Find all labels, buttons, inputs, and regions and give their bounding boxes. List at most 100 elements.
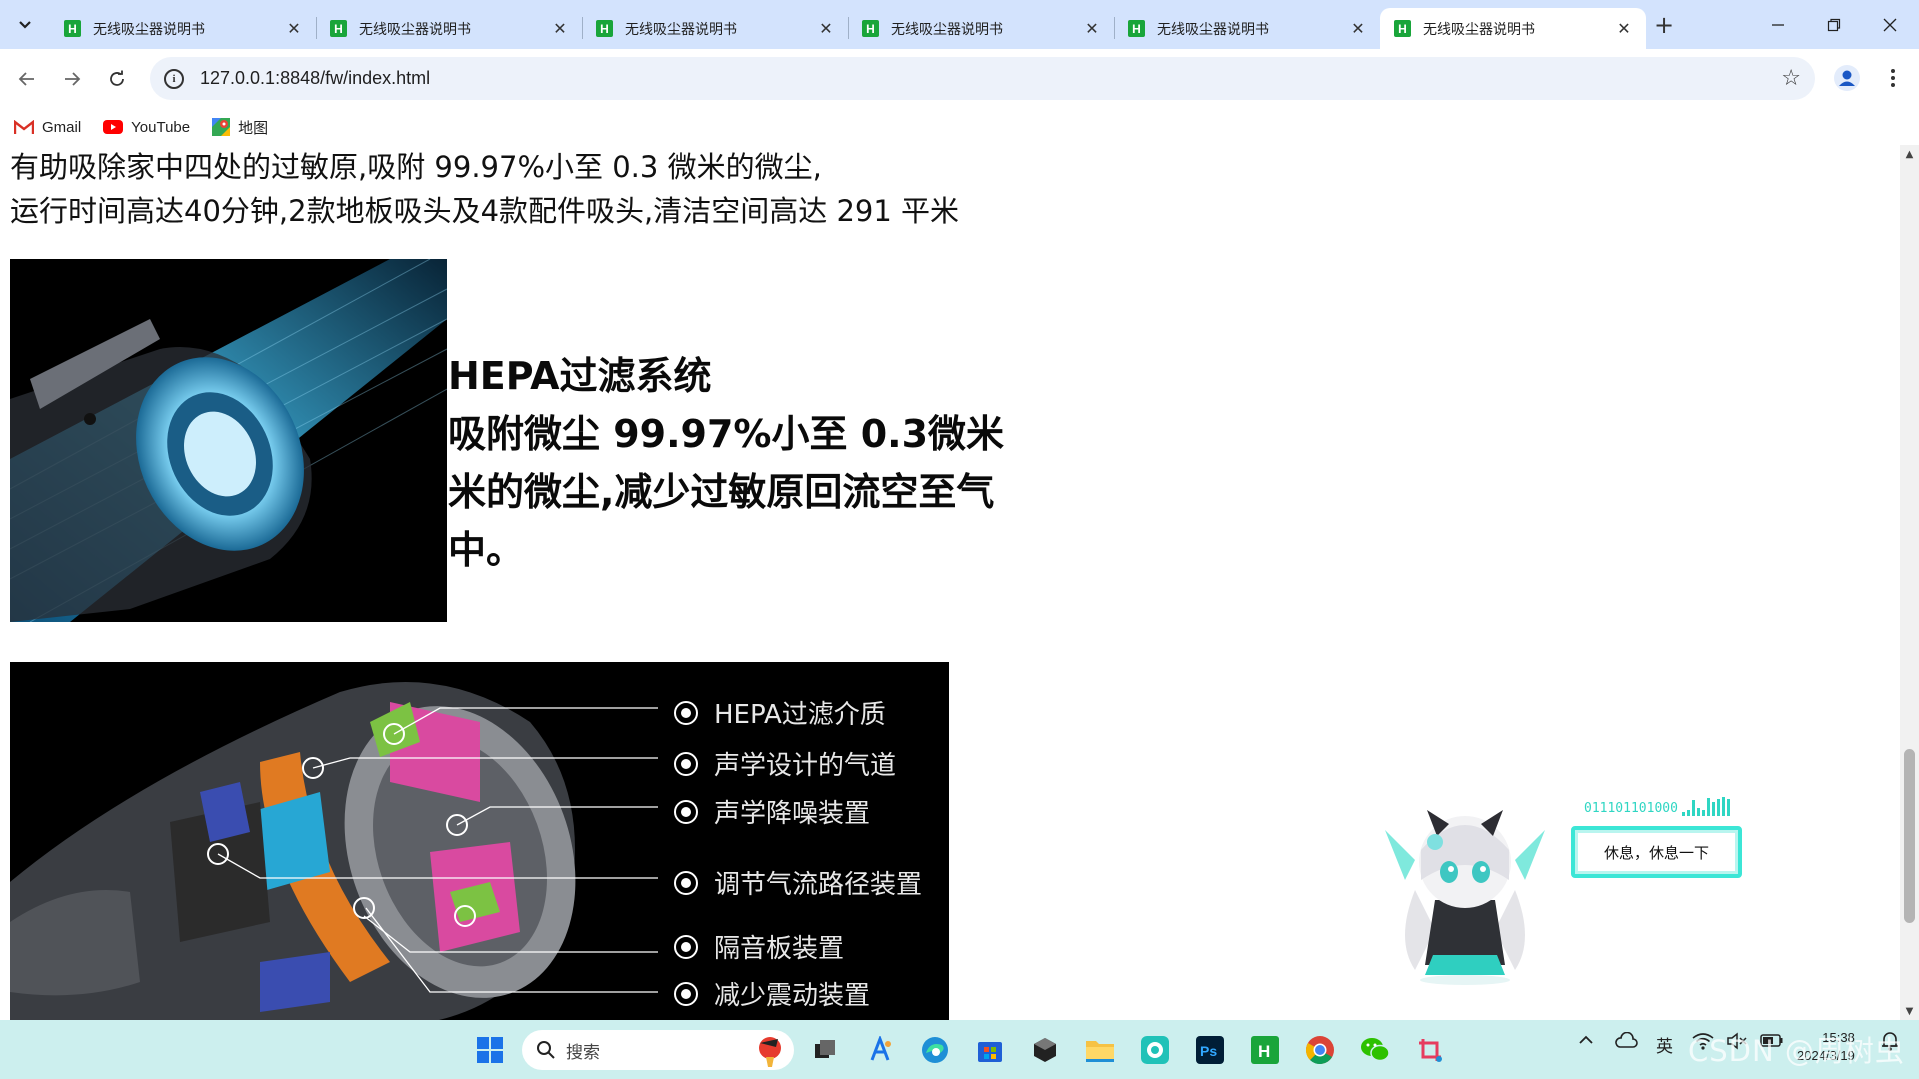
close-icon[interactable]: ✕: [1614, 19, 1634, 39]
pointer-dot-icon: [674, 934, 698, 959]
close-icon[interactable]: ✕: [816, 19, 836, 39]
tab-title: 无线吸尘器说明书: [625, 21, 737, 38]
page-content: 有助吸除家中四处的过敏原,吸附 99.97%小至 0.3 微米的微尘, 运行时间…: [0, 145, 1900, 1020]
mascot-character[interactable]: [1375, 790, 1555, 985]
close-icon[interactable]: ✕: [1082, 19, 1102, 39]
html-file-icon: H: [330, 20, 347, 37]
taskbar-app-photoshop[interactable]: Ps: [1190, 1030, 1230, 1070]
site-info-icon[interactable]: i: [164, 68, 184, 89]
motor-diagram-image: HEPA过滤介质 声学设计的气道 声学降噪装置 调节气流路径装置 隔音板装置 减…: [10, 662, 949, 1020]
tab-5[interactable]: H 无线吸尘器说明书 ✕: [1114, 8, 1380, 49]
reload-button[interactable]: [100, 62, 134, 96]
hbuilder-icon: H: [1251, 1036, 1279, 1064]
intro-text: 有助吸除家中四处的过敏原,吸附 99.97%小至 0.3 微米的微尘, 运行时间…: [10, 145, 959, 233]
hepa-description: HEPA过滤系统 吸附微尘 99.97%小至 0.3微米米的微尘,减少过敏原回流…: [448, 347, 1008, 579]
ime-language-indicator[interactable]: 英: [1656, 1032, 1673, 1057]
taskbar-app-hbuilder[interactable]: H: [1245, 1030, 1285, 1070]
close-icon[interactable]: ✕: [1348, 19, 1368, 39]
taskbar-app-wechat[interactable]: [1355, 1030, 1395, 1070]
pointer-dot-icon: [674, 870, 698, 895]
tab-title: 无线吸尘器说明书: [1157, 21, 1269, 38]
taskbar-app-capture[interactable]: [1135, 1030, 1175, 1070]
scroll-up-arrow-icon[interactable]: ▲: [1900, 145, 1919, 163]
back-button[interactable]: [10, 62, 44, 96]
tab-strip: H 无线吸尘器说明书 ✕ H 无线吸尘器说明书 ✕ H 无线吸尘器说明书 ✕ H…: [0, 0, 1919, 49]
wechat-icon: [1361, 1038, 1390, 1062]
task-view-button[interactable]: [805, 1030, 845, 1070]
youtube-icon: [103, 120, 124, 134]
onedrive-cloud-icon[interactable]: [1614, 1031, 1638, 1053]
motor-label-2: 声学设计的气道: [674, 745, 896, 782]
page-scrollbar[interactable]: ▲ ▼: [1900, 145, 1919, 1020]
taskbar-search-box[interactable]: 搜索: [522, 1030, 794, 1070]
folder-icon: [1086, 1041, 1114, 1062]
html-file-icon: H: [1128, 20, 1145, 37]
tab-6-active[interactable]: H 无线吸尘器说明书 ✕: [1380, 8, 1646, 49]
svg-text:H: H: [1258, 1042, 1270, 1061]
tray-overflow-chevron-icon[interactable]: [1578, 1032, 1594, 1053]
bookmark-youtube[interactable]: YouTube: [103, 119, 190, 136]
taskbar-app-file-explorer[interactable]: [1080, 1030, 1120, 1070]
hepa-title: HEPA过滤系统: [448, 354, 712, 398]
motor-label-6: 减少震动装置: [674, 975, 870, 1012]
taskbar-app-snipping-tool[interactable]: [1410, 1030, 1450, 1070]
restore-icon: [1827, 18, 1841, 31]
bookmark-label: Gmail: [42, 118, 82, 136]
photoshop-icon: Ps: [1196, 1036, 1224, 1064]
gmail-icon: [14, 119, 34, 135]
html-file-icon: H: [862, 20, 879, 37]
tab-1[interactable]: H 无线吸尘器说明书 ✕: [50, 8, 316, 49]
snipping-tool-icon: [1419, 1039, 1442, 1062]
bookmark-gmail[interactable]: Gmail: [14, 119, 81, 136]
more-vert-icon: [1891, 69, 1895, 87]
motor-label-1: HEPA过滤介质: [674, 694, 886, 731]
html-file-icon: H: [64, 20, 81, 37]
address-bar[interactable]: i 127.0.0.1:8848/fw/index.html ☆: [150, 57, 1815, 100]
restore-button[interactable]: [1806, 0, 1862, 49]
forward-button[interactable]: [55, 62, 89, 96]
binary-text: 011101101000: [1584, 801, 1678, 816]
tab-title: 无线吸尘器说明书: [93, 21, 205, 38]
scroll-down-arrow-icon[interactable]: ▼: [1900, 1002, 1919, 1020]
task-view-icon: [815, 1040, 835, 1058]
bookmark-star-icon[interactable]: ☆: [1781, 66, 1801, 91]
windows-logo-icon: [477, 1037, 503, 1063]
scroll-thumb[interactable]: [1904, 749, 1915, 923]
taskbar-app-unity[interactable]: [1025, 1030, 1065, 1070]
pointer-dot-icon: [674, 751, 698, 776]
tab-3[interactable]: H 无线吸尘器说明书 ✕: [582, 8, 848, 49]
tab-title: 无线吸尘器说明书: [1423, 21, 1535, 38]
tab-search-button[interactable]: [8, 8, 42, 42]
bookmark-maps[interactable]: 地图: [212, 117, 268, 138]
taskbar-app-edge[interactable]: [915, 1030, 955, 1070]
avatar-icon: [1834, 65, 1860, 91]
bookmark-label: YouTube: [131, 118, 191, 136]
browser-toolbar: i 127.0.0.1:8848/fw/index.html ☆: [0, 49, 1919, 109]
audio-bars-icon: [1681, 797, 1732, 816]
taskbar-app-store[interactable]: [970, 1030, 1010, 1070]
start-button[interactable]: [470, 1030, 510, 1070]
close-icon[interactable]: ✕: [550, 19, 570, 39]
close-icon[interactable]: ✕: [284, 19, 304, 39]
pointer-dot-icon: [674, 981, 698, 1006]
microsoft-store-icon: [978, 1042, 1002, 1062]
arrow-right-icon: [65, 72, 81, 86]
taskbar-app-translate[interactable]: [860, 1030, 900, 1070]
minimize-button[interactable]: [1750, 0, 1806, 49]
browser-menu-button[interactable]: [1878, 61, 1908, 95]
cube-app-icon: [1034, 1038, 1056, 1062]
intro-line-2: 运行时间高达40分钟,2款地板吸头及4款配件吸头,清洁空间高达 291 平米: [10, 194, 960, 228]
intro-line-1: 有助吸除家中四处的过敏原,吸附 99.97%小至 0.3 微米的微尘,: [10, 150, 822, 184]
tab-4[interactable]: H 无线吸尘器说明书 ✕: [848, 8, 1114, 49]
close-window-button[interactable]: [1862, 0, 1918, 49]
csdn-watermark: CSDN @周树虫: [1688, 1034, 1905, 1068]
motor-label-5: 隔音板装置: [674, 928, 844, 965]
profile-button[interactable]: [1830, 61, 1864, 95]
tab-2[interactable]: H 无线吸尘器说明书 ✕: [316, 8, 582, 49]
chrome-icon: [1306, 1036, 1334, 1065]
taskbar-app-chrome[interactable]: [1300, 1030, 1340, 1070]
minimize-icon: [1772, 23, 1784, 26]
url-text[interactable]: 127.0.0.1:8848/fw/index.html: [200, 68, 430, 89]
close-window-icon: [1883, 18, 1897, 31]
new-tab-button[interactable]: +: [1649, 10, 1679, 40]
